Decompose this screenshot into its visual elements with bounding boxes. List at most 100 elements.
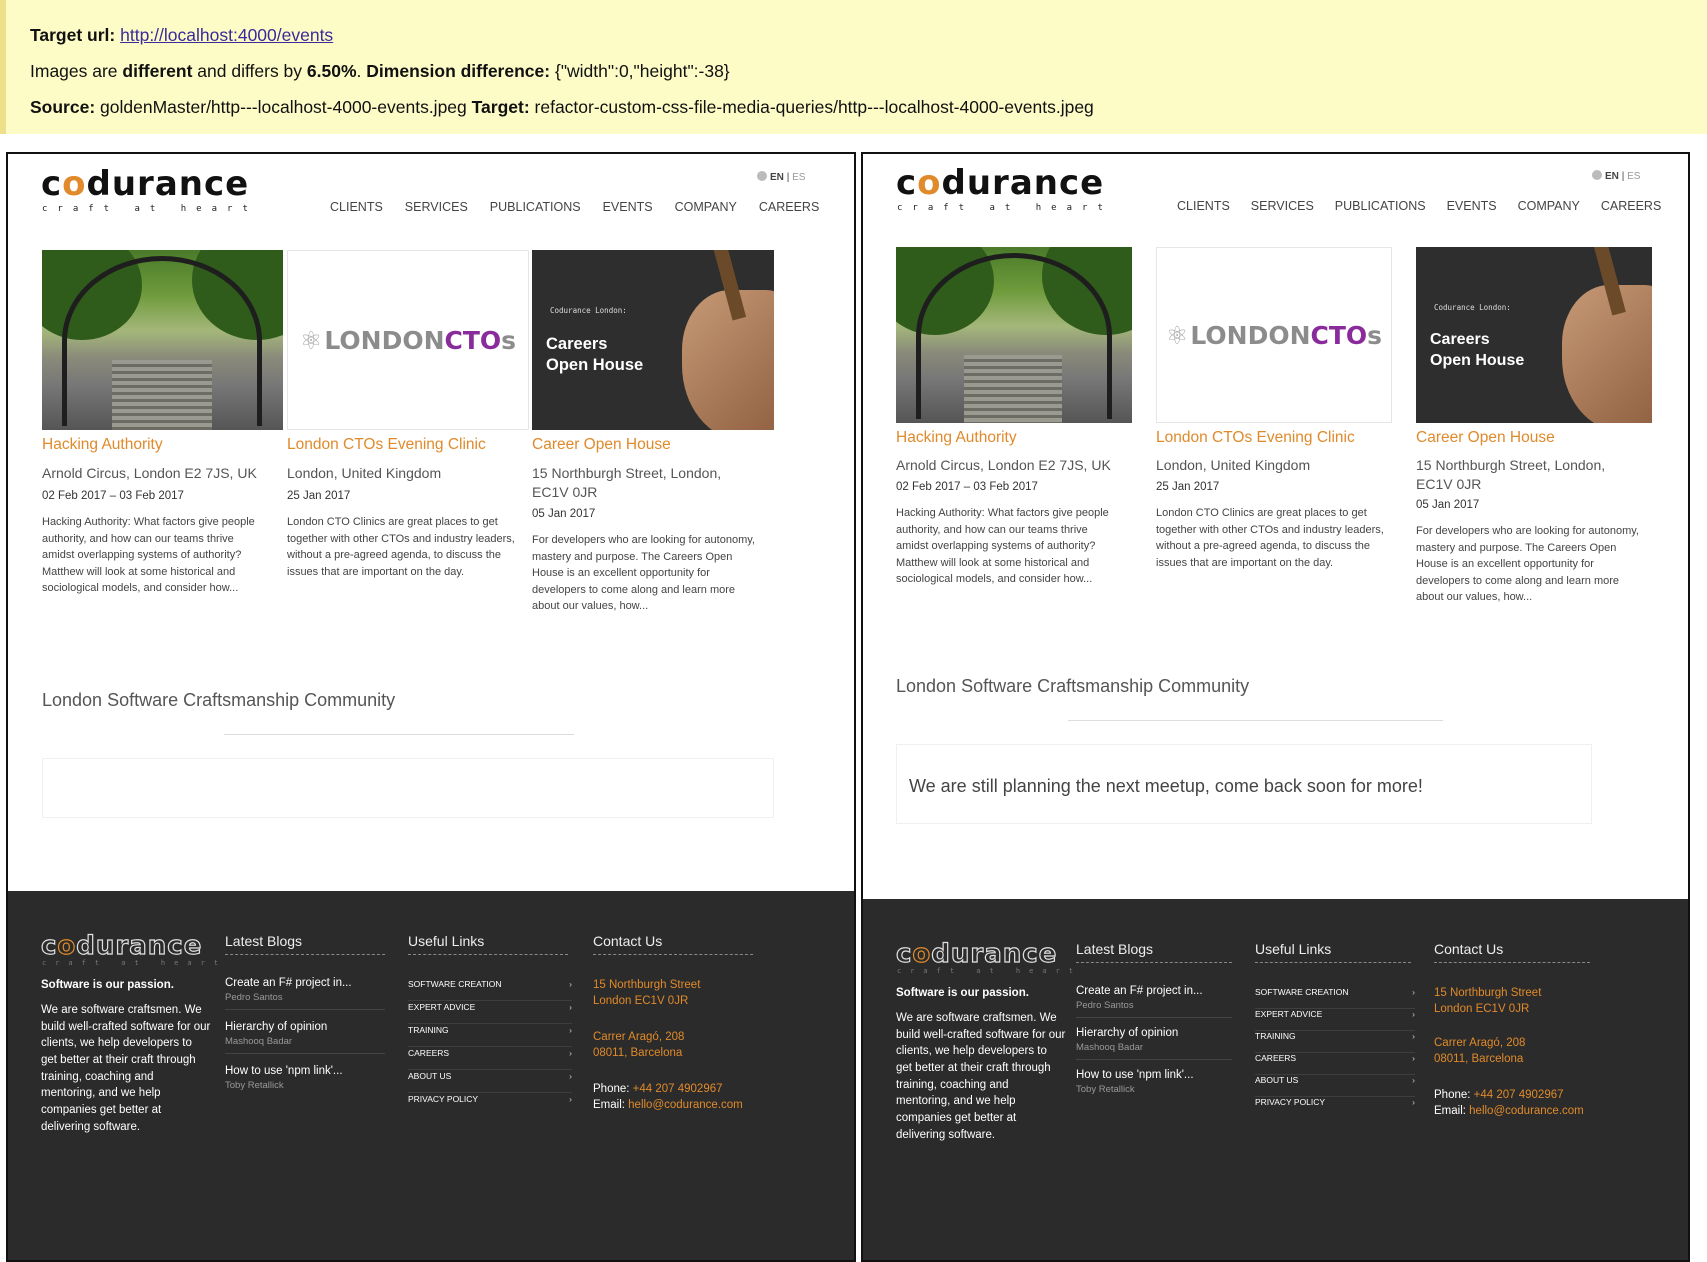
footer-link-privacy-policy[interactable]: PRIVACY POLICY ›	[408, 1094, 572, 1116]
target-url-link[interactable]: http://localhost:4000/events	[120, 25, 333, 45]
chevron-right-icon: ›	[1412, 1031, 1415, 1041]
nav-careers[interactable]: CAREERS	[1601, 199, 1661, 213]
event-title[interactable]: London CTOs Evening Clinic	[1156, 429, 1355, 447]
email-link[interactable]: hello@codurance.com	[628, 1099, 743, 1111]
chevron-right-icon: ›	[1412, 1053, 1415, 1063]
lang-en[interactable]: EN	[770, 172, 784, 183]
footer-link-software-creation[interactable]: SOFTWARE CREATION ›	[1255, 987, 1415, 1009]
footer-link-about-us[interactable]: ABOUT US ›	[1255, 1075, 1415, 1097]
meetup-message: We are still planning the next meetup, c…	[909, 776, 1423, 796]
site-logo[interactable]: codurance	[41, 164, 249, 204]
email-link[interactable]: hello@codurance.com	[1469, 1105, 1584, 1117]
nav-clients[interactable]: CLIENTS	[330, 200, 383, 214]
nav-publications[interactable]: PUBLICATIONS	[490, 200, 581, 214]
lang-es[interactable]: ES	[792, 172, 805, 183]
event-date: 02 Feb 2017 – 03 Feb 2017	[42, 490, 184, 502]
event-date: 05 Jan 2017	[532, 508, 596, 520]
footer-logo[interactable]: codurance	[40, 930, 202, 961]
main-nav: CLIENTS SERVICES PUBLICATIONS EVENTS COM…	[1177, 199, 1661, 213]
target-screenshot: codurance craft at heart EN | ES CLIENTS…	[861, 152, 1690, 1262]
event-title[interactable]: Hacking Authority	[896, 429, 1017, 447]
footer-logo[interactable]: codurance	[895, 938, 1057, 969]
chevron-right-icon: ›	[1412, 1009, 1415, 1019]
meetup-box-empty	[42, 758, 774, 818]
careers-image-heading: Careers Open House	[1430, 331, 1525, 369]
careers-image-heading: Careers Open House	[546, 335, 644, 375]
nav-services[interactable]: SERVICES	[1251, 199, 1314, 213]
contact-address-barcelona: Carrer Aragó, 208 08011, Barcelona	[1434, 1037, 1526, 1066]
diff-prefix: Images are	[30, 61, 118, 81]
event-description: Hacking Authority: What factors give peo…	[42, 516, 255, 594]
nav-clients[interactable]: CLIENTS	[1177, 199, 1230, 213]
phone-link[interactable]: +44 207 4902967	[633, 1083, 723, 1095]
event-image-park[interactable]	[42, 250, 283, 430]
event-title[interactable]: London CTOs Evening Clinic	[287, 436, 486, 454]
footer-contact-heading: Contact Us	[1434, 941, 1590, 963]
footer-links-heading: Useful Links	[1255, 941, 1411, 963]
event-title[interactable]: Career Open House	[532, 436, 671, 454]
event-image-london-ctos[interactable]: ⚛LONDONCTOs	[287, 250, 529, 430]
site-logo[interactable]: codurance	[896, 163, 1104, 203]
language-switcher[interactable]: EN | ES	[1592, 170, 1640, 182]
footer-about: We are software craftsmen. We build well…	[896, 1012, 1066, 1141]
footer-link-expert-advice[interactable]: EXPERT ADVICE ›	[408, 1002, 572, 1024]
footer-link-training[interactable]: TRAINING ›	[1255, 1031, 1415, 1053]
blog-item[interactable]: Create an F# project in... Pedro Santos	[225, 977, 352, 1003]
event-date: 05 Jan 2017	[1416, 499, 1480, 511]
footer-link-expert-advice[interactable]: EXPERT ADVICE ›	[1255, 1009, 1415, 1031]
event-date: 25 Jan 2017	[1156, 481, 1220, 493]
blog-item[interactable]: Hierarchy of opinion Mashooq Badar	[225, 1021, 327, 1047]
footer-link-careers[interactable]: CAREERS ›	[1255, 1053, 1415, 1075]
lang-en[interactable]: EN	[1605, 171, 1619, 182]
phone-link[interactable]: +44 207 4902967	[1474, 1089, 1564, 1101]
community-divider	[1068, 720, 1443, 721]
community-heading: London Software Craftsmanship Community	[896, 676, 1250, 696]
main-nav: CLIENTS SERVICES PUBLICATIONS EVENTS COM…	[330, 200, 819, 214]
nav-publications[interactable]: PUBLICATIONS	[1335, 199, 1426, 213]
language-switcher[interactable]: EN | ES	[757, 171, 805, 183]
lang-es[interactable]: ES	[1627, 171, 1640, 182]
nav-events[interactable]: EVENTS	[603, 200, 653, 214]
footer-link-software-creation[interactable]: SOFTWARE CREATION ›	[408, 979, 572, 1001]
event-image-park[interactable]	[896, 247, 1132, 423]
footer-tagline: craft at heart	[42, 959, 228, 967]
target-url-label: Target url:	[30, 25, 116, 45]
nav-company[interactable]: COMPANY	[675, 200, 737, 214]
footer-about: We are software craftsmen. We build well…	[41, 1004, 211, 1133]
event-title[interactable]: Career Open House	[1416, 429, 1555, 447]
footer-link-careers[interactable]: CAREERS ›	[408, 1048, 572, 1070]
blog-item[interactable]: Create an F# project in... Pedro Santos	[1076, 985, 1203, 1011]
event-location: Arnold Circus, London E2 7JS, UK	[896, 457, 1111, 473]
footer-blogs-heading: Latest Blogs	[225, 933, 385, 955]
nav-events[interactable]: EVENTS	[1447, 199, 1497, 213]
event-location: Arnold Circus, London E2 7JS, UK	[42, 465, 257, 481]
blog-item[interactable]: Hierarchy of opinion Mashooq Badar	[1076, 1027, 1178, 1053]
event-image-london-ctos[interactable]: ⚛LONDONCTOs	[1156, 247, 1392, 423]
event-description: London CTO Clinics are great places to g…	[1156, 507, 1384, 569]
chevron-right-icon: ›	[1412, 1097, 1415, 1107]
footer-passion: Software is our passion.	[41, 979, 174, 991]
diff-percent: 6.50%	[306, 61, 357, 81]
contact-address-london: 15 Northburgh Street London EC1V 0JR	[1434, 987, 1542, 1016]
source-value: goldenMaster/http---localhost-4000-event…	[100, 97, 467, 117]
footer-link-training[interactable]: TRAINING ›	[408, 1025, 572, 1047]
footer-blogs-heading: Latest Blogs	[1076, 941, 1232, 963]
chevron-right-icon: ›	[1412, 1075, 1415, 1085]
event-title[interactable]: Hacking Authority	[42, 436, 163, 454]
footer-link-about-us[interactable]: ABOUT US ›	[408, 1071, 572, 1093]
site-footer: codurance craft at heart Software is our…	[863, 899, 1688, 1260]
blog-item[interactable]: How to use 'npm link'... Toby Retallick	[225, 1065, 343, 1091]
diff-dot: .	[356, 61, 362, 81]
nav-company[interactable]: COMPANY	[1518, 199, 1580, 213]
blog-item[interactable]: How to use 'npm link'... Toby Retallick	[1076, 1069, 1194, 1095]
footer-tagline: craft at heart	[897, 967, 1083, 975]
event-description: Hacking Authority: What factors give peo…	[896, 507, 1109, 585]
nav-services[interactable]: SERVICES	[405, 200, 468, 214]
footer-passion: Software is our passion.	[896, 987, 1029, 999]
contact-address-barcelona: Carrer Aragó, 208 08011, Barcelona	[593, 1031, 685, 1060]
contact-address-london: 15 Northburgh Street London EC1V 0JR	[593, 979, 701, 1008]
nav-careers[interactable]: CAREERS	[759, 200, 819, 214]
event-image-careers-open-house[interactable]: Codurance London: Careers Open House	[532, 250, 774, 430]
footer-link-privacy-policy[interactable]: PRIVACY POLICY ›	[1255, 1097, 1415, 1119]
event-image-careers-open-house[interactable]: Codurance London: Careers Open House	[1416, 247, 1652, 423]
